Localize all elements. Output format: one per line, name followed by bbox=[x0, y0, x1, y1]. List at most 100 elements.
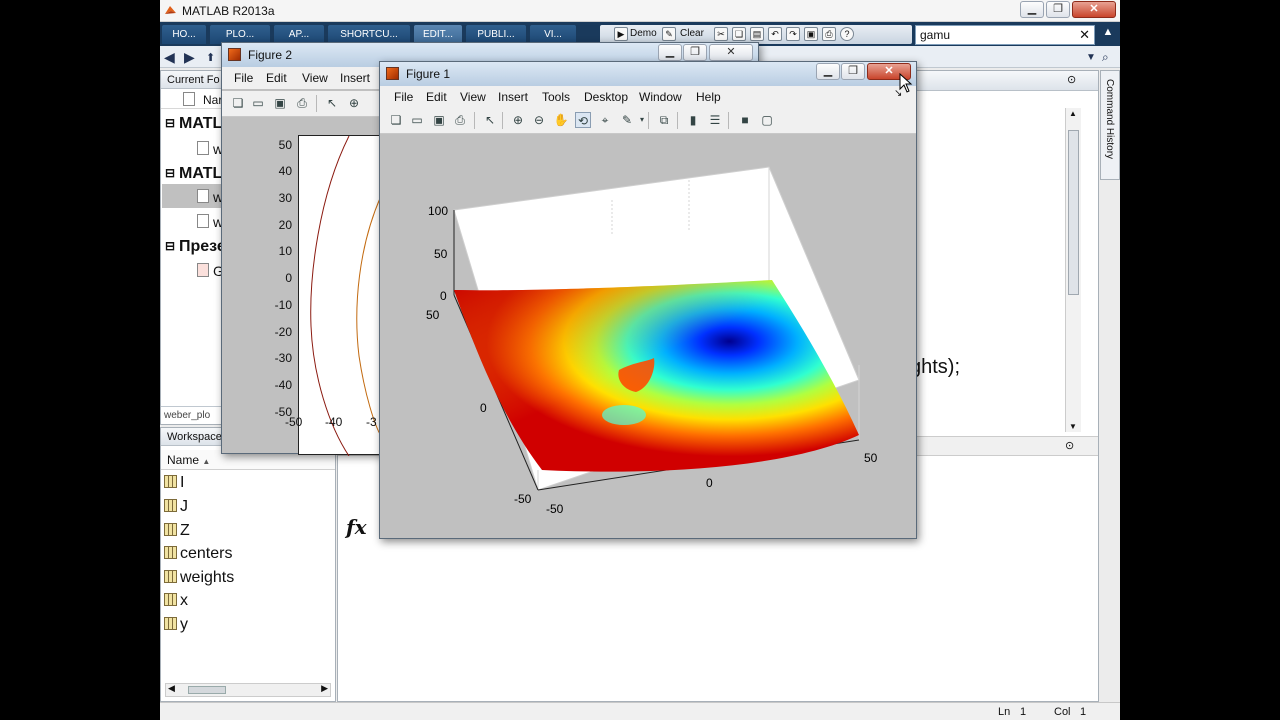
back-arrow-icon[interactable]: ◀ bbox=[164, 49, 175, 66]
search-folder-icon[interactable]: ⌕ bbox=[1102, 50, 1109, 65]
variable-J[interactable]: J bbox=[164, 498, 188, 516]
figure-1-minimize-button[interactable]: ▁ bbox=[816, 63, 840, 80]
menu-insert[interactable]: Insert bbox=[340, 71, 370, 85]
command-line-text[interactable]: ghts); bbox=[910, 356, 960, 379]
folder-row-2[interactable]: MATL bbox=[179, 165, 222, 183]
scroll-right-icon[interactable]: ▶ bbox=[321, 683, 328, 694]
edit-plot-arrow-icon[interactable]: ↖ bbox=[482, 112, 498, 128]
variable-x[interactable]: x bbox=[164, 592, 188, 610]
figure-2-close-button[interactable]: ✕ bbox=[709, 44, 753, 61]
menu-view[interactable]: View bbox=[460, 90, 486, 104]
figure-1-window[interactable]: Figure 1 ▁ ❐ ✕ File Edit View Insert Too… bbox=[379, 61, 917, 539]
menu-file[interactable]: File bbox=[394, 90, 413, 104]
collapse-toolstrip-icon[interactable]: ▲ bbox=[1100, 26, 1116, 42]
edit-plot-arrow-icon[interactable]: ↖ bbox=[324, 95, 340, 111]
scrollbar-thumb[interactable] bbox=[188, 686, 226, 694]
variable-weights[interactable]: weights bbox=[164, 569, 234, 587]
demo-icon[interactable]: ▶ bbox=[614, 27, 628, 41]
new-figure-icon[interactable]: ❏ bbox=[388, 112, 404, 128]
name-column-header[interactable]: Nar bbox=[203, 93, 222, 107]
scroll-down-icon[interactable]: ▼ bbox=[1069, 422, 1077, 431]
print-icon[interactable]: ⎙ bbox=[452, 112, 468, 128]
insert-colorbar-icon[interactable]: ▮ bbox=[685, 112, 701, 128]
link-plot-icon[interactable]: ⧉ bbox=[656, 112, 672, 128]
print-icon[interactable]: ⎙ bbox=[822, 27, 836, 41]
show-plot-tools-icon[interactable]: ▢ bbox=[759, 112, 775, 128]
search-documentation-input[interactable]: gamu ✕ bbox=[915, 25, 1095, 45]
menu-tools[interactable]: Tools bbox=[542, 90, 570, 104]
command-history-tab[interactable]: Command History bbox=[1100, 70, 1120, 180]
save-icon[interactable]: ▣ bbox=[272, 95, 288, 111]
tab-home[interactable]: HO... bbox=[162, 25, 206, 44]
zoom-out-icon[interactable]: ⊖ bbox=[531, 112, 547, 128]
expand-icon[interactable]: ⊟ bbox=[165, 166, 175, 180]
print-icon[interactable]: ⎙ bbox=[294, 95, 310, 111]
clear-button[interactable]: Clear bbox=[680, 28, 704, 39]
new-figure-icon[interactable]: ❏ bbox=[230, 95, 246, 111]
up-folder-icon[interactable]: ⬆ bbox=[206, 51, 215, 64]
menu-insert[interactable]: Insert bbox=[498, 90, 528, 104]
scroll-up-icon[interactable]: ▲ bbox=[1069, 109, 1077, 118]
scroll-left-icon[interactable]: ◀ bbox=[168, 683, 175, 694]
panel-actions-icon-2[interactable]: ⊙ bbox=[1065, 439, 1074, 452]
insert-legend-icon[interactable]: ☰ bbox=[707, 112, 723, 128]
copy-icon[interactable]: ❏ bbox=[732, 27, 746, 41]
data-cursor-icon[interactable]: ⌖ bbox=[597, 112, 613, 128]
help-icon[interactable]: ? bbox=[840, 27, 854, 41]
figure-1-maximize-button[interactable]: ❐ bbox=[841, 63, 865, 80]
function-browser-icon[interactable]: fx bbox=[346, 515, 367, 539]
workspace-horizontal-scrollbar[interactable]: ◀ ▶ bbox=[165, 683, 331, 697]
command-window-scrollbar[interactable]: ▲ ▼ bbox=[1065, 108, 1081, 432]
variable-centers[interactable]: centers bbox=[164, 545, 232, 563]
workspace-panel: Workspace Name ▲ I J Z centers weights x… bbox=[160, 427, 336, 702]
figure-2-axes[interactable] bbox=[298, 135, 382, 457]
redo-icon[interactable]: ↷ bbox=[786, 27, 800, 41]
y-tick-label: -30 bbox=[274, 351, 292, 365]
figure-2-maximize-button[interactable]: ❐ bbox=[683, 44, 707, 61]
clear-icon[interactable]: ✎ bbox=[662, 27, 676, 41]
matrix-icon bbox=[164, 570, 177, 583]
variable-I[interactable]: I bbox=[164, 474, 184, 492]
clear-search-icon[interactable]: ✕ bbox=[1079, 26, 1090, 44]
figure-1-titlebar[interactable]: Figure 1 ▁ ❐ ✕ bbox=[380, 62, 916, 86]
address-dropdown-icon[interactable]: ▼ bbox=[1086, 52, 1096, 63]
expand-icon[interactable]: ⊟ bbox=[165, 239, 175, 253]
z-tick-label: 100 bbox=[428, 204, 448, 218]
cut-icon[interactable]: ✂ bbox=[714, 27, 728, 41]
demo-button[interactable]: Demo bbox=[630, 28, 657, 39]
folder-row-3[interactable]: Презе bbox=[179, 238, 226, 256]
hide-plot-tools-icon[interactable]: ■ bbox=[737, 112, 753, 128]
menu-file[interactable]: File bbox=[234, 71, 253, 85]
switch-window-icon[interactable]: ▣ bbox=[804, 27, 818, 41]
maximize-button[interactable]: ❐ bbox=[1046, 1, 1070, 18]
menu-desktop[interactable]: Desktop bbox=[584, 90, 628, 104]
brush-icon[interactable]: ✎ bbox=[619, 112, 635, 128]
variable-y[interactable]: y bbox=[164, 616, 188, 634]
expand-icon[interactable]: ⊟ bbox=[165, 116, 175, 130]
folder-row-1[interactable]: MATL bbox=[179, 115, 222, 133]
undo-icon[interactable]: ↶ bbox=[768, 27, 782, 41]
zoom-in-icon[interactable]: ⊕ bbox=[510, 112, 526, 128]
scrollbar-thumb[interactable] bbox=[1068, 130, 1079, 295]
open-file-icon[interactable]: ▭ bbox=[409, 112, 425, 128]
close-button[interactable]: ✕ bbox=[1072, 1, 1116, 18]
minimize-button[interactable]: ▁ bbox=[1020, 1, 1044, 18]
variable-Z[interactable]: Z bbox=[164, 522, 190, 540]
menu-edit[interactable]: Edit bbox=[266, 71, 287, 85]
menu-edit[interactable]: Edit bbox=[426, 90, 447, 104]
forward-arrow-icon[interactable]: ▶ bbox=[184, 49, 195, 66]
figure-2-minimize-button[interactable]: ▁ bbox=[658, 44, 682, 61]
menu-window[interactable]: Window bbox=[639, 90, 682, 104]
y-tick-label: 50 bbox=[426, 308, 440, 322]
open-file-icon[interactable]: ▭ bbox=[250, 95, 266, 111]
zoom-in-icon[interactable]: ⊕ bbox=[346, 95, 362, 111]
paste-icon[interactable]: ▤ bbox=[750, 27, 764, 41]
panel-actions-icon[interactable]: ⊙ bbox=[1067, 73, 1076, 86]
x-tick-label: -50 bbox=[285, 415, 303, 429]
menu-view[interactable]: View bbox=[302, 71, 328, 85]
rotate-3d-icon[interactable]: ⟲ bbox=[575, 112, 591, 128]
pan-hand-icon[interactable]: ✋ bbox=[553, 112, 569, 128]
menu-help[interactable]: Help bbox=[696, 90, 721, 104]
save-icon[interactable]: ▣ bbox=[431, 112, 447, 128]
surface-plot-axes[interactable]: 100 50 0 50 0 -50 -50 0 50 bbox=[384, 140, 912, 535]
